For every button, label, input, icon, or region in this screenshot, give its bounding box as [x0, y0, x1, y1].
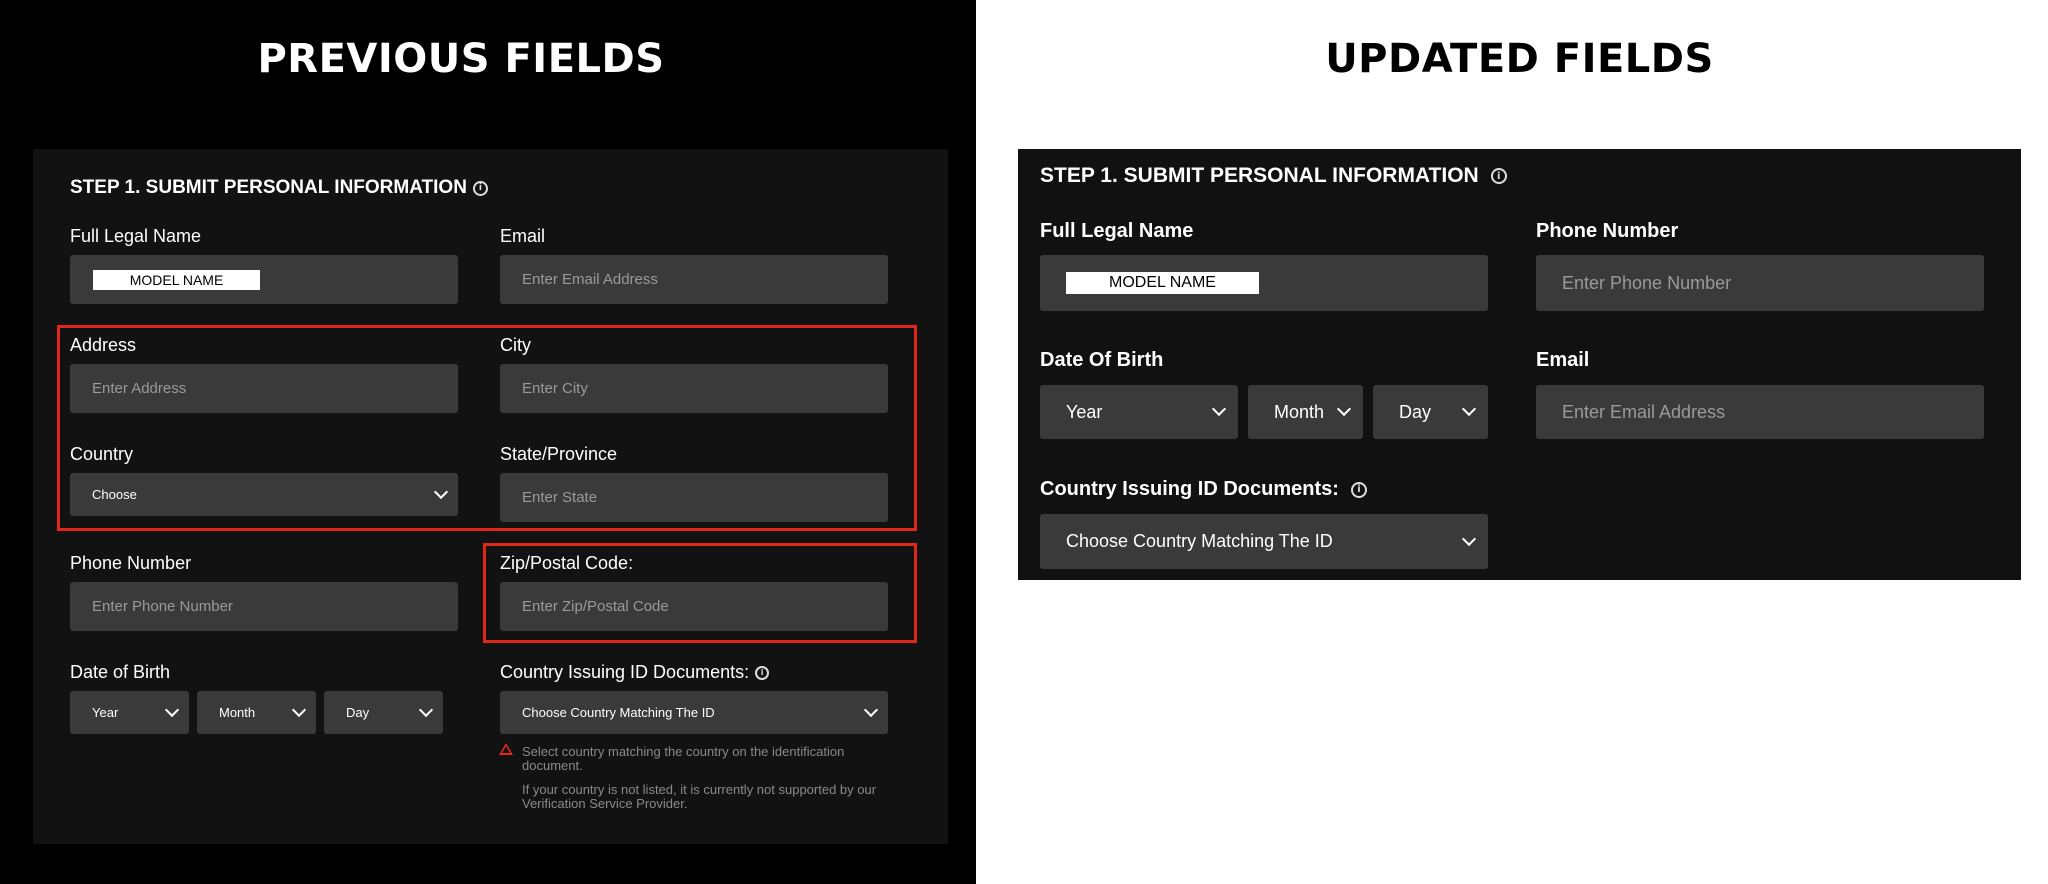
chevron-down-icon	[1461, 401, 1477, 417]
info-icon[interactable]: i	[1350, 481, 1367, 498]
phone-input[interactable]: Enter Phone Number	[1536, 255, 1984, 311]
id-country-label: Country Issuing ID Documents: i	[1040, 478, 1367, 501]
id-country-label-text: Country Issuing ID Documents:	[500, 662, 750, 682]
id-country-select[interactable]: Choose Country Matching The ID	[1040, 514, 1488, 569]
phone-label: Phone Number	[1536, 220, 1679, 242]
dob-day-value: Day	[346, 705, 370, 720]
dob-month-select[interactable]: Month	[1248, 385, 1363, 439]
dob-month-select[interactable]: Month	[197, 691, 316, 734]
step-title: STEP 1. SUBMIT PERSONAL INFORMATION i	[70, 177, 488, 199]
dob-label: Date of Birth	[70, 662, 171, 682]
chevron-down-icon	[1211, 401, 1227, 417]
dob-month-value: Month	[219, 705, 256, 720]
id-country-label: Country Issuing ID Documents: i	[500, 662, 770, 683]
id-country-select[interactable]: Choose Country Matching The ID	[500, 691, 888, 734]
chevron-down-icon	[1461, 531, 1477, 546]
full-name-label: Full Legal Name	[70, 226, 202, 246]
chevron-down-icon	[291, 702, 307, 717]
full-name-field[interactable]: MODEL NAME	[1040, 255, 1488, 311]
dob-month-value: Month	[1274, 401, 1325, 422]
dob-year-value: Year	[92, 705, 119, 720]
dob-day-select[interactable]: Day	[1373, 385, 1488, 439]
id-country-select-value: Choose Country Matching The ID	[522, 705, 715, 720]
highlight-removed-address-fields	[57, 325, 917, 531]
highlight-removed-zip-field	[483, 543, 917, 643]
email-input[interactable]: Enter Email Address	[1536, 385, 1984, 439]
chevron-down-icon	[863, 702, 879, 717]
phone-label: Phone Number	[70, 553, 192, 573]
info-icon[interactable]: i	[1490, 168, 1507, 184]
chevron-down-icon	[1336, 401, 1352, 417]
step-title: STEP 1. SUBMIT PERSONAL INFORMATION i	[1040, 164, 1507, 188]
chevron-down-icon	[418, 702, 434, 717]
dob-day-select[interactable]: Day	[324, 691, 443, 734]
full-name-value: MODEL NAME	[1066, 272, 1259, 294]
email-label: Email	[500, 226, 546, 246]
previous-fields-heading: PREVIOUS FIELDS	[257, 36, 665, 82]
dob-year-select[interactable]: Year	[70, 691, 189, 734]
full-name-label: Full Legal Name	[1040, 220, 1194, 242]
step-title-text: STEP 1. SUBMIT PERSONAL INFORMATION	[70, 177, 467, 198]
full-name-value: MODEL NAME	[93, 269, 260, 290]
dob-year-select[interactable]: Year	[1040, 385, 1238, 439]
warning-icon	[499, 743, 513, 755]
info-icon[interactable]: i	[472, 180, 488, 196]
id-country-label-text: Country Issuing ID Documents:	[1040, 478, 1339, 500]
id-country-help-text: Select country matching the country on t…	[522, 744, 845, 773]
full-name-field[interactable]: MODEL NAME	[70, 255, 458, 304]
chevron-down-icon	[164, 702, 180, 717]
id-country-select-value: Choose Country Matching The ID	[1066, 531, 1333, 551]
updated-form-panel: STEP 1. SUBMIT PERSONAL INFORMATION i Fu…	[1018, 149, 2021, 580]
email-input[interactable]: Enter Email Address	[500, 255, 888, 304]
email-label: Email	[1536, 349, 1590, 371]
info-icon[interactable]: i	[755, 665, 770, 680]
id-country-unsupported-text: If your country is not listed, it is cur…	[522, 782, 877, 811]
dob-year-value: Year	[1066, 401, 1103, 422]
dob-day-value: Day	[1399, 401, 1432, 422]
step-title-text: STEP 1. SUBMIT PERSONAL INFORMATION	[1040, 164, 1479, 187]
updated-fields-heading: UPDATED FIELDS	[1325, 36, 1714, 82]
dob-label: Date Of Birth	[1040, 349, 1164, 371]
phone-input[interactable]: Enter Phone Number	[70, 582, 458, 631]
